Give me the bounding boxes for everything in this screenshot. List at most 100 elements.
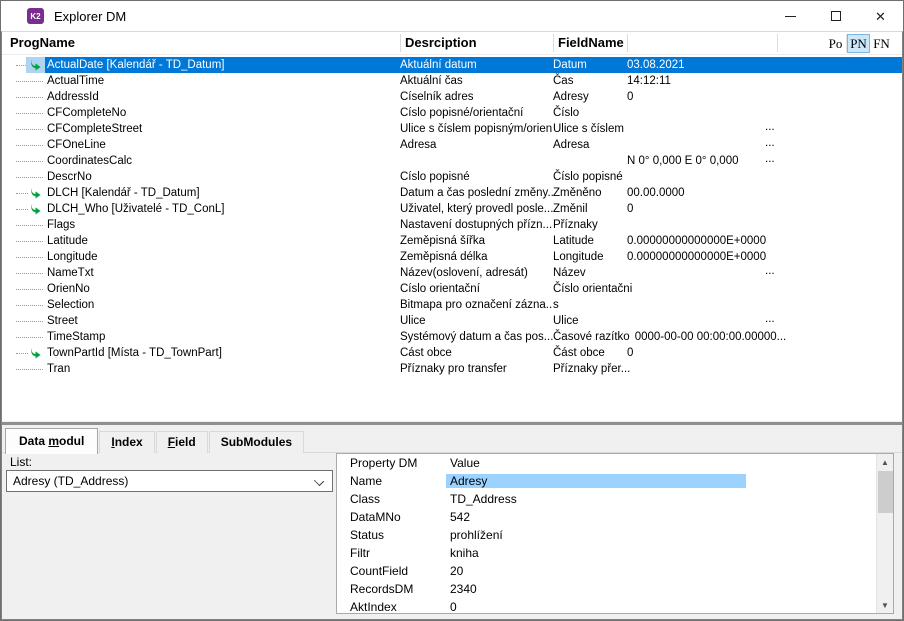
- scroll-up-icon[interactable]: ▲: [877, 454, 893, 470]
- tree-row-gutter: [2, 217, 45, 233]
- tree-branch-line: [16, 161, 43, 162]
- tab-data-modul[interactable]: Data modul: [5, 428, 99, 454]
- explorer-dm-window: K2 Explorer DM ✕ ProgName Desrciption Fi…: [0, 0, 904, 621]
- scroll-down-icon[interactable]: ▼: [877, 597, 893, 613]
- tree-cell-fieldname: Časové razítko: [553, 331, 630, 343]
- maximize-button[interactable]: [813, 1, 858, 31]
- view-toggle-pn[interactable]: PN: [847, 34, 870, 53]
- tree-row-gutter: [2, 89, 45, 105]
- tree-cell-fieldname: Adresa: [553, 139, 590, 151]
- tree-cell-fieldname: Latitude: [553, 235, 594, 247]
- tree-row[interactable]: Street Ulice Ulice...: [2, 313, 902, 329]
- tree-row[interactable]: Latitude Zeměpisná šířka Latitude 0.0000000…: [2, 233, 902, 249]
- tree-branch-line: [16, 129, 43, 130]
- tree-row-gutter: [2, 169, 45, 185]
- tree-row[interactable]: CoordinatesCalc N 0° 0,000 E 0° 0,000...: [2, 153, 902, 169]
- window-title: Explorer DM: [54, 8, 127, 24]
- column-separator[interactable]: [627, 34, 628, 52]
- tree-cell-description: Nastavení dostupných přízn...: [400, 219, 553, 231]
- property-value: 542: [450, 510, 471, 524]
- tree-row-gutter: [2, 153, 45, 169]
- tree-row[interactable]: DLCH [Kalendář - TD_Datum] Datum a čas po…: [2, 185, 902, 201]
- property-name: AktIndex: [350, 600, 397, 614]
- column-header-fieldname[interactable]: FieldName: [558, 35, 624, 50]
- tree-cell-value: 0: [627, 91, 634, 103]
- tree-row[interactable]: DescrNo Číslo popisné Číslo popisné: [2, 169, 902, 185]
- window-controls: ✕: [768, 1, 903, 31]
- tab-field[interactable]: Field: [155, 431, 208, 453]
- tree-row[interactable]: CFCompleteNo Číslo popisné/orientační Čísl…: [2, 105, 902, 121]
- tree-cell-fieldname: Datum: [553, 59, 587, 71]
- tree-row-gutter: [2, 361, 45, 377]
- tree-row[interactable]: CFCompleteStreet Ulice s číslem popisným/…: [2, 121, 902, 137]
- tree-row[interactable]: OrienNo Číslo orientační Číslo orientačni: [2, 281, 902, 297]
- property-row[interactable]: CountField 20: [337, 562, 893, 580]
- tab-submodules[interactable]: SubModules: [208, 431, 305, 453]
- tree-row[interactable]: AddressId Číselník adres Adresy 0: [2, 89, 902, 105]
- tree-row[interactable]: CFOneLine Adresa Adresa...: [2, 137, 902, 153]
- column-separator[interactable]: [400, 34, 401, 52]
- tree-cell-progname: TimeStamp: [47, 331, 106, 343]
- property-row[interactable]: Name Adresy: [337, 472, 893, 490]
- tree-row[interactable]: Flags Nastavení dostupných přízn... Přízna…: [2, 217, 902, 233]
- title-bar: K2 Explorer DM ✕: [1, 1, 903, 31]
- tree-cell-description: Uživatel, který provedl posle...: [400, 203, 553, 215]
- property-value: 20: [450, 564, 464, 578]
- maximize-icon: [830, 11, 841, 21]
- property-row[interactable]: Status prohlížení: [337, 526, 893, 544]
- property-grid-scrollbar[interactable]: ▲ ▼: [876, 454, 893, 613]
- tree-cell-description: Bitmapa pro označení zázna...: [400, 299, 553, 311]
- tree-row[interactable]: Longitude Zeměpisná délka Longitude 0.00000…: [2, 249, 902, 265]
- tree-row[interactable]: ActualTime Aktuální čas Čas 14:12:11: [2, 73, 902, 89]
- tree-cell-progname: DLCH [Kalendář - TD_Datum]: [47, 187, 200, 199]
- property-row[interactable]: DataMNo 542: [337, 508, 893, 526]
- tree-cell-fieldname: Příznaky přer...: [553, 363, 631, 375]
- tree-cell-fieldname: Změnil: [553, 203, 588, 215]
- tree-row[interactable]: Selection Bitmapa pro označení zázna... s: [2, 297, 902, 313]
- tree-branch-line: [16, 145, 43, 146]
- scrollbar-thumb[interactable]: [878, 471, 893, 513]
- tree-cell-value: N 0° 0,000 E 0° 0,000: [627, 155, 739, 167]
- tree-row[interactable]: DLCH_Who [Uživatelé - TD_ConL] Uživatel, …: [2, 201, 902, 217]
- property-name: Name: [350, 474, 383, 488]
- close-button[interactable]: ✕: [858, 1, 903, 31]
- tree-row[interactable]: TimeStamp Systémový datum a čas pos... Čas…: [2, 329, 902, 345]
- property-value: 2340: [450, 582, 477, 596]
- list-combobox-value: Adresy (TD_Address): [13, 474, 129, 488]
- property-rows-container: Name Adresy Class TD_Address DataMNo 542 Statu…: [337, 472, 893, 614]
- column-header-progname[interactable]: ProgName: [10, 35, 75, 50]
- minimize-button[interactable]: [768, 1, 813, 31]
- property-row[interactable]: Filtr kniha: [337, 544, 893, 562]
- property-row[interactable]: RecordsDM 2340: [337, 580, 893, 598]
- tree-cell-ellipsis: ...: [765, 137, 775, 149]
- tree-cell-fieldname: s: [553, 299, 559, 311]
- list-combobox[interactable]: Adresy (TD_Address): [6, 470, 333, 492]
- tree-row[interactable]: NameTxt Název(oslovení, adresát) Název...: [2, 265, 902, 281]
- tree-row-gutter: [2, 345, 45, 361]
- tree-cell-description: Ulice: [400, 315, 426, 327]
- tree-row[interactable]: TownPartId [Místa - TD_TownPart] Část obc…: [2, 345, 902, 361]
- tree-row-gutter: [2, 185, 45, 201]
- property-row[interactable]: AktIndex 0: [337, 598, 893, 614]
- tree-branch-line: [16, 97, 43, 98]
- tree-cell-progname: CFOneLine: [47, 139, 106, 151]
- tree-branch-line: [16, 113, 43, 114]
- view-toggle-po[interactable]: Po: [824, 34, 847, 53]
- tree-row-gutter: [2, 137, 45, 153]
- link-arrow-icon: [31, 59, 41, 71]
- property-row[interactable]: Class TD_Address: [337, 490, 893, 508]
- tree-row[interactable]: ActualDate [Kalendář - TD_Datum] Aktuální…: [2, 57, 902, 73]
- column-header-row: ProgName Desrciption FieldName Po PN FN: [2, 32, 902, 55]
- property-value: TD_Address: [450, 492, 517, 506]
- tree-cell-fieldname: Číslo: [553, 107, 580, 119]
- column-separator[interactable]: [777, 34, 778, 52]
- column-separator[interactable]: [553, 34, 554, 52]
- tab-index[interactable]: Index: [99, 431, 155, 453]
- tree-cell-progname: Tran: [47, 363, 71, 375]
- tree-cell-description: Část obce: [400, 347, 452, 359]
- tree-cell-description: Název(oslovení, adresát): [400, 267, 528, 279]
- view-toggle-fn[interactable]: FN: [870, 34, 893, 53]
- column-header-description[interactable]: Desrciption: [405, 35, 477, 50]
- tree-row[interactable]: Tran Příznaky pro transfer Příznaky přer..…: [2, 361, 902, 377]
- tree-cell-ellipsis: ...: [765, 153, 775, 165]
